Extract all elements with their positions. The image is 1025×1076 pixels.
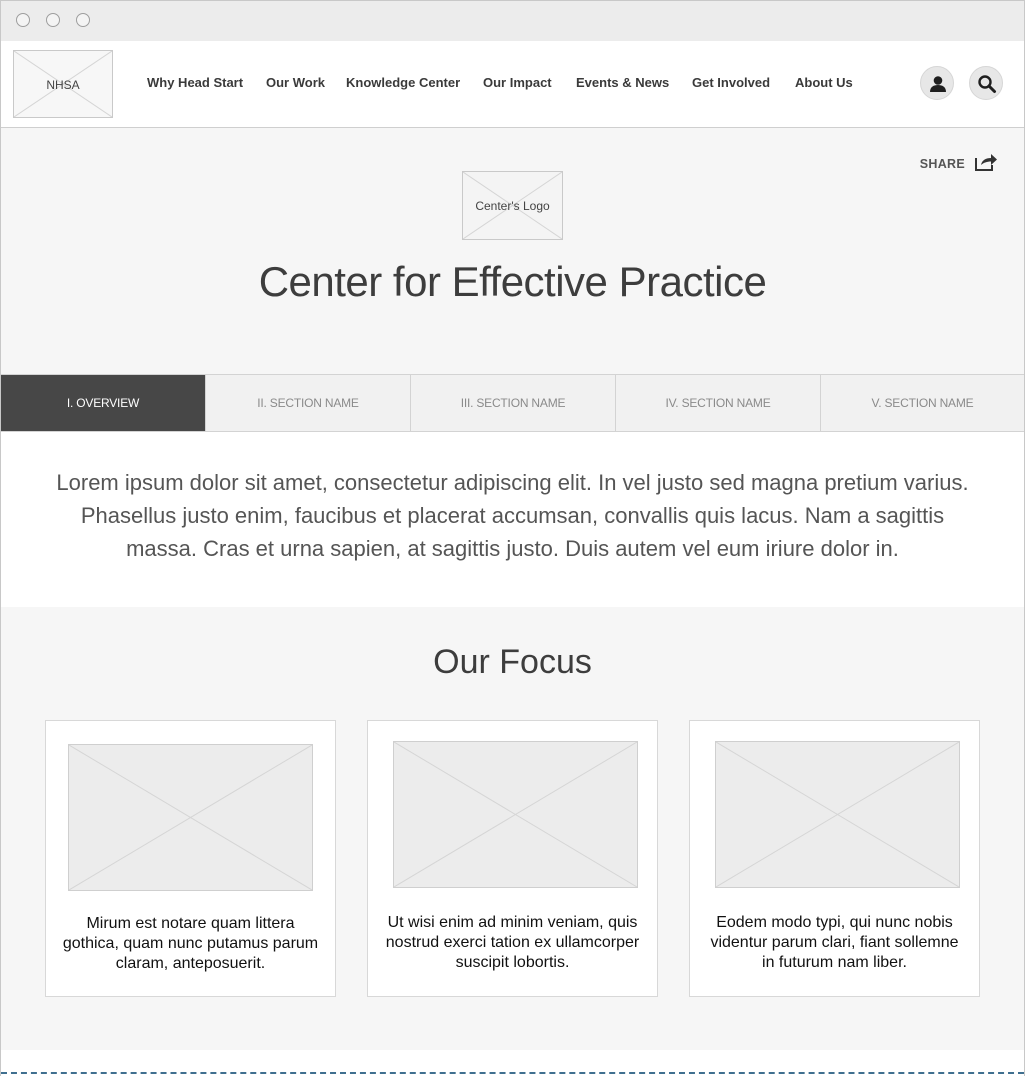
focus-card[interactable]: Eodem modo typi, qui nunc nobis videntur… (689, 720, 980, 997)
site-header: NHSA Why Head Start Our Work Knowledge C… (1, 41, 1024, 128)
tab-section-4[interactable]: IV. SECTION NAME (616, 375, 821, 431)
hero-section: SHARE Center's Logo Center for Effective… (1, 128, 1024, 374)
placeholder-image-icon (394, 742, 637, 887)
center-logo: Center's Logo (462, 171, 563, 240)
nav-item-our-impact[interactable]: Our Impact (483, 75, 552, 90)
card-text: Mirum est notare quam littera gothica, q… (62, 915, 319, 972)
page-title: Center for Effective Practice (258, 258, 767, 305)
search-button[interactable] (969, 66, 1003, 100)
nav-item-get-involved[interactable]: Get Involved (692, 75, 770, 90)
window-zoom-button[interactable] (76, 13, 90, 27)
focus-card[interactable]: Ut wisi enim ad minim veniam, quis nostr… (367, 720, 658, 997)
nav-item-knowledge-center[interactable]: Knowledge Center (346, 75, 460, 90)
placeholder-image-icon (69, 745, 312, 890)
tab-overview[interactable]: I. OVERVIEW (1, 375, 206, 431)
card-image (393, 741, 638, 888)
tab-section-2[interactable]: II. SECTION NAME (206, 375, 411, 431)
share-icon (975, 154, 997, 171)
card-text: Ut wisi enim ad minim veniam, quis nostr… (385, 914, 640, 971)
window-titlebar (0, 0, 1025, 42)
nav-item-about-us[interactable]: About Us (795, 75, 853, 90)
intro-section: Lorem ipsum dolor sit amet, consectetur … (1, 433, 1024, 607)
site-logo[interactable]: NHSA (13, 50, 113, 118)
section-divider (1, 1072, 1024, 1074)
focus-card[interactable]: Mirum est notare quam littera gothica, q… (45, 720, 336, 997)
account-button[interactable] (920, 66, 954, 100)
section-tabs: I. OVERVIEW II. SECTION NAME III. SECTIO… (1, 374, 1024, 432)
nav-item-our-work[interactable]: Our Work (266, 75, 325, 90)
focus-section: Our Focus Mirum est notare quam littera … (1, 607, 1024, 1050)
center-logo-label: Center's Logo (475, 199, 550, 213)
card-image (715, 741, 960, 888)
intro-text: Lorem ipsum dolor sit amet, consectetur … (56, 470, 969, 561)
tab-section-5[interactable]: V. SECTION NAME (821, 375, 1024, 431)
search-icon (978, 75, 996, 93)
user-icon (930, 76, 946, 92)
focus-title: Our Focus (433, 643, 592, 681)
tab-section-3[interactable]: III. SECTION NAME (411, 375, 616, 431)
card-image (68, 744, 313, 891)
placeholder-image-icon (716, 742, 959, 887)
window-minimize-button[interactable] (46, 13, 60, 27)
window-close-button[interactable] (16, 13, 30, 27)
site-logo-label: NHSA (46, 78, 80, 92)
nav-item-why-head-start[interactable]: Why Head Start (147, 75, 243, 90)
share-label: SHARE (919, 157, 965, 171)
card-text: Eodem modo typi, qui nunc nobis videntur… (710, 914, 959, 971)
page: NHSA Why Head Start Our Work Knowledge C… (0, 41, 1025, 1076)
nav-item-events-news[interactable]: Events & News (576, 75, 669, 90)
